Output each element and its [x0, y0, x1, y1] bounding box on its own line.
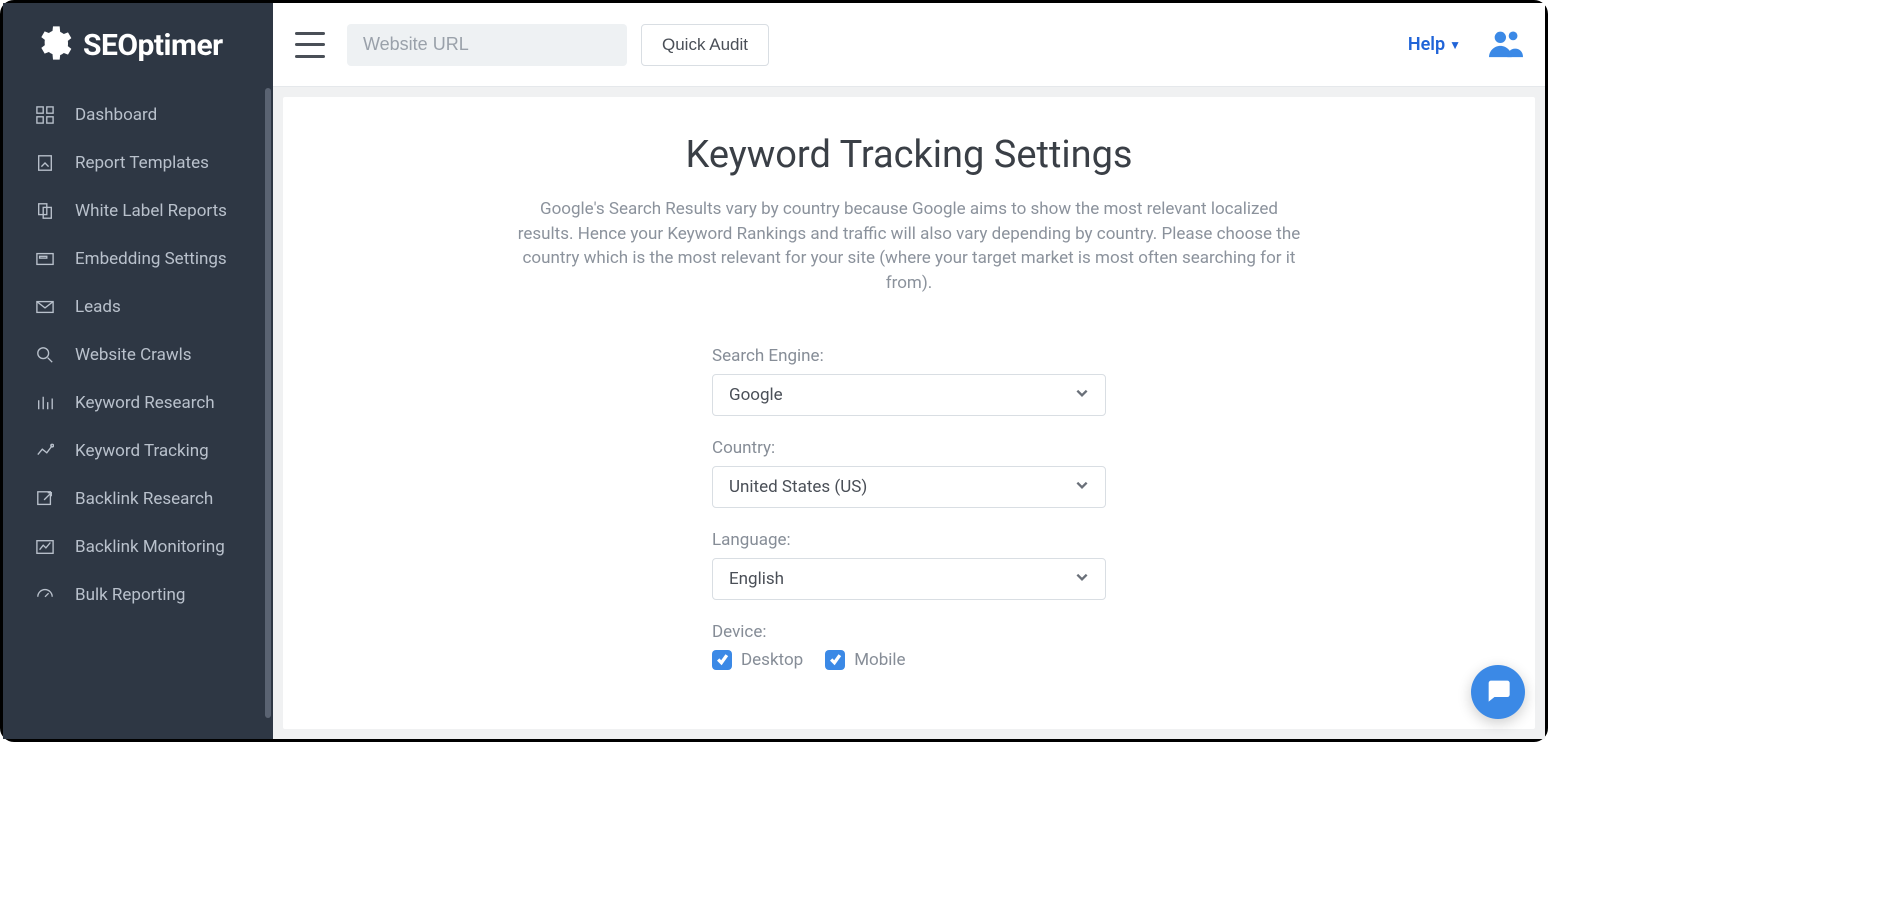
website-url-input[interactable]: [347, 24, 627, 66]
keyword-research-icon: [35, 393, 55, 413]
white-label-reports-icon: [35, 201, 55, 221]
field-language: Language: English: [712, 530, 1106, 600]
chevron-down-icon: [1075, 569, 1089, 589]
sidebar-item-label: White Label Reports: [75, 201, 227, 221]
users-icon[interactable]: [1489, 28, 1523, 62]
sidebar-item-embedding-settings[interactable]: Embedding Settings: [3, 235, 273, 283]
checkbox-icon: [712, 650, 732, 670]
page-description: Google's Search Results vary by country …: [514, 197, 1304, 296]
sidebar-item-label: Leads: [75, 297, 121, 317]
sidebar-item-bulk-reporting[interactable]: Bulk Reporting: [3, 571, 273, 619]
brand-gear-icon: [33, 23, 73, 67]
device-checkbox-desktop[interactable]: Desktop: [712, 650, 803, 670]
sidebar: SEOptimer Dashboard Report Templates White…: [3, 3, 273, 739]
sidebar-item-keyword-research[interactable]: Keyword Research: [3, 379, 273, 427]
bulk-reporting-icon: [35, 585, 55, 605]
sidebar-item-label: Backlink Monitoring: [75, 537, 225, 557]
checkbox-icon: [825, 650, 845, 670]
embedding-settings-icon: [35, 249, 55, 269]
settings-card: Keyword Tracking Settings Google's Searc…: [283, 97, 1535, 729]
page-body: Keyword Tracking Settings Google's Searc…: [273, 87, 1545, 739]
dashboard-icon: [35, 105, 55, 125]
sidebar-item-keyword-tracking[interactable]: Keyword Tracking: [3, 427, 273, 475]
sidebar-item-label: Keyword Tracking: [75, 441, 209, 461]
settings-form: Search Engine: Google Country: United St…: [712, 346, 1106, 729]
country-value: United States (US): [729, 477, 867, 497]
field-device: Device: Desktop Mobile: [712, 622, 1106, 670]
chevron-down-icon: [1075, 385, 1089, 405]
chat-icon: [1484, 676, 1512, 708]
sidebar-item-website-crawls[interactable]: Website Crawls: [3, 331, 273, 379]
menu-toggle-icon[interactable]: [295, 32, 325, 58]
language-label: Language:: [712, 530, 1106, 550]
field-country: Country: United States (US): [712, 438, 1106, 508]
language-value: English: [729, 569, 784, 589]
country-label: Country:: [712, 438, 1106, 458]
sidebar-item-label: Report Templates: [75, 153, 209, 173]
sidebar-item-backlink-research[interactable]: Backlink Research: [3, 475, 273, 523]
backlink-research-icon: [35, 489, 55, 509]
chevron-down-icon: [1075, 477, 1089, 497]
topbar: Quick Audit Help ▼: [273, 3, 1545, 87]
country-select[interactable]: United States (US): [712, 466, 1106, 508]
search-engine-select[interactable]: Google: [712, 374, 1106, 416]
sidebar-item-label: Bulk Reporting: [75, 585, 185, 605]
sidebar-item-leads[interactable]: Leads: [3, 283, 273, 331]
leads-icon: [35, 297, 55, 317]
brand[interactable]: SEOptimer: [3, 3, 273, 85]
sidebar-item-dashboard[interactable]: Dashboard: [3, 91, 273, 139]
device-option-label: Mobile: [854, 650, 905, 670]
chat-widget-button[interactable]: [1471, 665, 1525, 719]
page-title: Keyword Tracking Settings: [343, 133, 1475, 177]
help-label: Help: [1408, 34, 1445, 55]
sidebar-item-report-templates[interactable]: Report Templates: [3, 139, 273, 187]
sidebar-item-backlink-monitoring[interactable]: Backlink Monitoring: [3, 523, 273, 571]
backlink-monitoring-icon: [35, 537, 55, 557]
brand-name: SEOptimer: [83, 28, 223, 63]
website-crawls-icon: [35, 345, 55, 365]
field-search-engine: Search Engine: Google: [712, 346, 1106, 416]
sidebar-item-label: Backlink Research: [75, 489, 213, 509]
keyword-tracking-icon: [35, 441, 55, 461]
quick-audit-button[interactable]: Quick Audit: [641, 24, 769, 66]
device-checkbox-mobile[interactable]: Mobile: [825, 650, 905, 670]
device-option-label: Desktop: [741, 650, 803, 670]
sidebar-nav: Dashboard Report Templates White Label Rep…: [3, 85, 273, 625]
search-engine-value: Google: [729, 385, 783, 405]
report-templates-icon: [35, 153, 55, 173]
sidebar-item-label: Embedding Settings: [75, 249, 227, 269]
language-select[interactable]: English: [712, 558, 1106, 600]
sidebar-item-label: Keyword Research: [75, 393, 215, 413]
caret-down-icon: ▼: [1449, 38, 1461, 52]
sidebar-item-label: Website Crawls: [75, 345, 192, 365]
help-link[interactable]: Help ▼: [1408, 34, 1461, 55]
device-label: Device:: [712, 622, 1106, 642]
sidebar-scrollbar[interactable]: [265, 88, 271, 718]
search-engine-label: Search Engine:: [712, 346, 1106, 366]
sidebar-item-white-label-reports[interactable]: White Label Reports: [3, 187, 273, 235]
sidebar-item-label: Dashboard: [75, 105, 157, 125]
